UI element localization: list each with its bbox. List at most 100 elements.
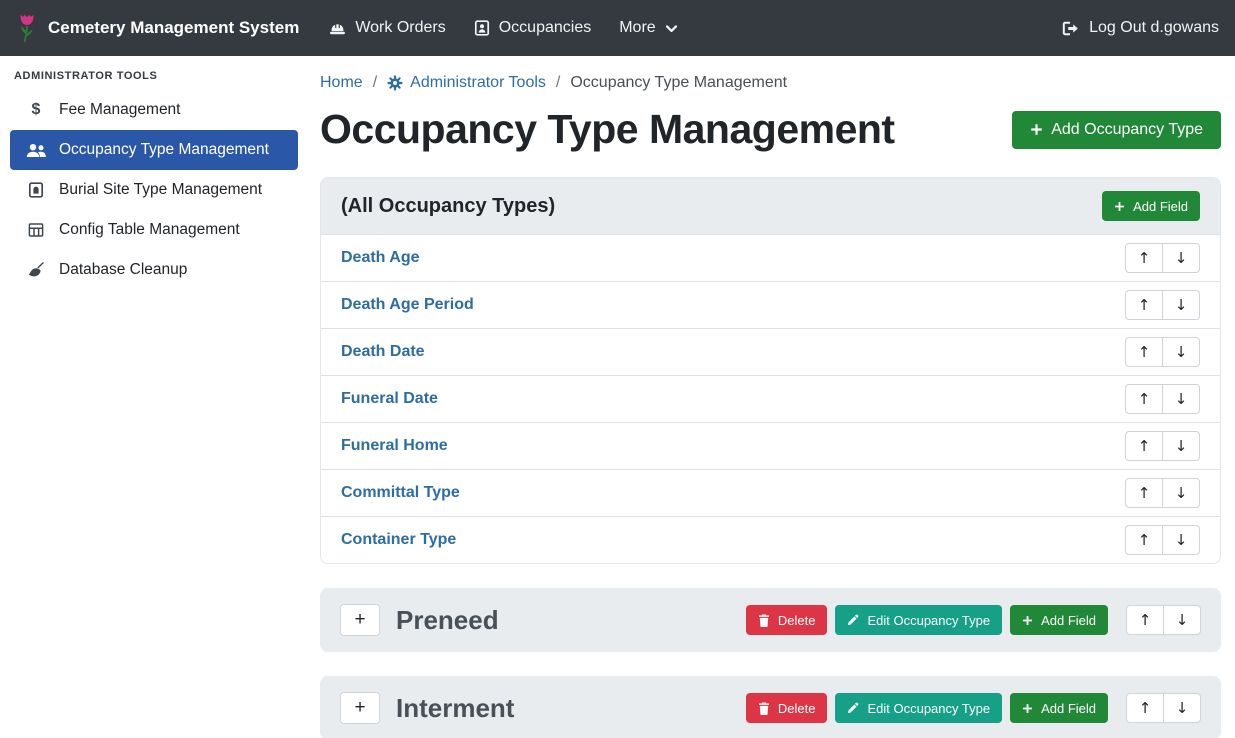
field-link-death-age[interactable]: Death Age: [341, 249, 420, 267]
plus-icon: [1114, 201, 1125, 212]
plus-icon: [1022, 615, 1033, 626]
field-link-death-age-period[interactable]: Death Age Period: [341, 296, 474, 314]
card-header: (All Occupancy Types) Add Field: [321, 178, 1220, 234]
field-link-committal-type[interactable]: Committal Type: [341, 484, 460, 502]
page-header: Occupancy Type Management Add Occupancy …: [320, 106, 1221, 153]
add-occupancy-type-label: Add Occupancy Type: [1051, 121, 1203, 139]
field-link-container-type[interactable]: Container Type: [341, 531, 456, 549]
move-down-button[interactable]: ↓: [1162, 525, 1200, 555]
field-row: Death Date ↑ ↓: [321, 328, 1220, 375]
nav-work-orders[interactable]: Work Orders: [315, 11, 459, 45]
add-field-button[interactable]: Add Field: [1010, 605, 1108, 635]
edit-occupancy-type-label: Edit Occupancy Type: [867, 613, 990, 628]
edit-occupancy-type-label: Edit Occupancy Type: [867, 701, 990, 716]
reorder-buttons: ↑ ↓: [1125, 243, 1200, 273]
move-down-button[interactable]: ↓: [1162, 384, 1200, 414]
app-title: Cemetery Management System: [48, 18, 299, 38]
sidebar-item-fee-management[interactable]: $ Fee Management: [10, 90, 298, 130]
move-up-button[interactable]: ↑: [1125, 290, 1163, 320]
sidebar-heading: ADMINISTRATOR TOOLS: [0, 60, 308, 90]
sidebar-item-database-cleanup[interactable]: Database Cleanup: [10, 250, 298, 290]
move-up-button[interactable]: ↑: [1125, 243, 1163, 273]
sidebar-item-config-table-management[interactable]: Config Table Management: [10, 210, 298, 250]
move-down-button[interactable]: ↓: [1163, 693, 1201, 723]
tulip-logo-icon: [16, 13, 38, 43]
move-down-button[interactable]: ↓: [1162, 243, 1200, 273]
reorder-buttons: ↑ ↓: [1126, 605, 1201, 635]
sidebar-item-label: Database Cleanup: [59, 261, 187, 279]
section-interment: + Interment Delete: [320, 676, 1221, 738]
tombstone-frame-icon: [26, 182, 46, 198]
reorder-buttons: ↑ ↓: [1125, 384, 1200, 414]
chevron-down-icon: [665, 22, 678, 35]
reorder-buttons: ↑ ↓: [1125, 337, 1200, 367]
field-link-funeral-date[interactable]: Funeral Date: [341, 390, 438, 408]
nav-more-label: More: [619, 19, 655, 37]
section-title: Interment: [396, 690, 514, 726]
breadcrumb-admin-tools-label: Administrator Tools: [410, 74, 546, 92]
nav-more-dropdown[interactable]: More: [605, 11, 691, 45]
add-field-button[interactable]: Add Field: [1102, 191, 1200, 221]
add-field-button[interactable]: Add Field: [1010, 693, 1108, 723]
sidebar-item-label: Fee Management: [59, 101, 181, 119]
move-up-button[interactable]: ↑: [1125, 337, 1163, 367]
logout-icon: [1062, 21, 1080, 36]
field-row: Committal Type ↑ ↓: [321, 469, 1220, 516]
edit-occupancy-type-button[interactable]: Edit Occupancy Type: [835, 693, 1002, 723]
hard-hat-icon: [329, 21, 346, 36]
breadcrumb-home-link[interactable]: Home: [320, 74, 363, 92]
admin-tools-sidebar: ADMINISTRATOR TOOLS $ Fee Management Occ…: [0, 56, 308, 738]
main-content: Home / Administrator Tools / Occupancy T…: [320, 56, 1221, 738]
edit-occupancy-type-button[interactable]: Edit Occupancy Type: [835, 605, 1002, 635]
move-up-button[interactable]: ↑: [1126, 605, 1164, 635]
section-preneed: + Preneed Delete: [320, 588, 1221, 652]
nav-occupancies-label: Occupancies: [499, 19, 592, 37]
field-row: Death Age ↑ ↓: [321, 234, 1220, 281]
field-row: Death Age Period ↑ ↓: [321, 281, 1220, 328]
dollar-icon: $: [26, 101, 46, 119]
nav-occupancies[interactable]: Occupancies: [460, 11, 606, 45]
top-navbar: Cemetery Management System Work Orders: [0, 0, 1235, 56]
plus-icon: [1022, 703, 1033, 714]
expand-button[interactable]: +: [340, 692, 380, 724]
move-down-button[interactable]: ↓: [1162, 478, 1200, 508]
reorder-buttons: ↑ ↓: [1125, 525, 1200, 555]
card-title: (All Occupancy Types): [341, 195, 555, 218]
move-down-button[interactable]: ↓: [1162, 337, 1200, 367]
field-row: Container Type ↑ ↓: [321, 516, 1220, 563]
move-down-button[interactable]: ↓: [1162, 431, 1200, 461]
add-field-label: Add Field: [1041, 701, 1096, 716]
reorder-buttons: ↑ ↓: [1125, 290, 1200, 320]
nav-work-orders-label: Work Orders: [355, 19, 445, 37]
sidebar-item-label: Occupancy Type Management: [59, 141, 269, 159]
plus-icon: [1030, 123, 1043, 136]
pencil-icon: [847, 702, 859, 714]
move-up-button[interactable]: ↑: [1126, 693, 1164, 723]
gear-icon: [387, 75, 403, 91]
expand-button[interactable]: +: [340, 604, 380, 636]
trash-icon: [758, 702, 770, 715]
reorder-buttons: ↑ ↓: [1126, 693, 1201, 723]
sidebar-item-label: Config Table Management: [59, 221, 240, 239]
move-down-button[interactable]: ↓: [1162, 290, 1200, 320]
move-down-button[interactable]: ↓: [1163, 605, 1201, 635]
breadcrumb-admin-tools-link[interactable]: Administrator Tools: [387, 74, 546, 92]
move-up-button[interactable]: ↑: [1125, 384, 1163, 414]
move-up-button[interactable]: ↑: [1125, 525, 1163, 555]
page-title: Occupancy Type Management: [320, 106, 895, 153]
reorder-buttons: ↑ ↓: [1125, 431, 1200, 461]
broom-icon: [26, 262, 46, 278]
field-link-death-date[interactable]: Death Date: [341, 343, 425, 361]
add-field-label: Add Field: [1041, 613, 1096, 628]
field-row: Funeral Home ↑ ↓: [321, 422, 1220, 469]
sidebar-item-occupancy-type-management[interactable]: Occupancy Type Management: [10, 130, 298, 170]
field-link-funeral-home[interactable]: Funeral Home: [341, 437, 448, 455]
logout-button[interactable]: Log Out d.gowans: [1062, 19, 1219, 37]
delete-button[interactable]: Delete: [746, 693, 828, 723]
sidebar-item-burial-site-type-management[interactable]: Burial Site Type Management: [10, 170, 298, 210]
delete-button[interactable]: Delete: [746, 605, 828, 635]
app-brand[interactable]: Cemetery Management System: [16, 13, 299, 43]
move-up-button[interactable]: ↑: [1125, 431, 1163, 461]
move-up-button[interactable]: ↑: [1125, 478, 1163, 508]
add-occupancy-type-button[interactable]: Add Occupancy Type: [1012, 111, 1221, 149]
